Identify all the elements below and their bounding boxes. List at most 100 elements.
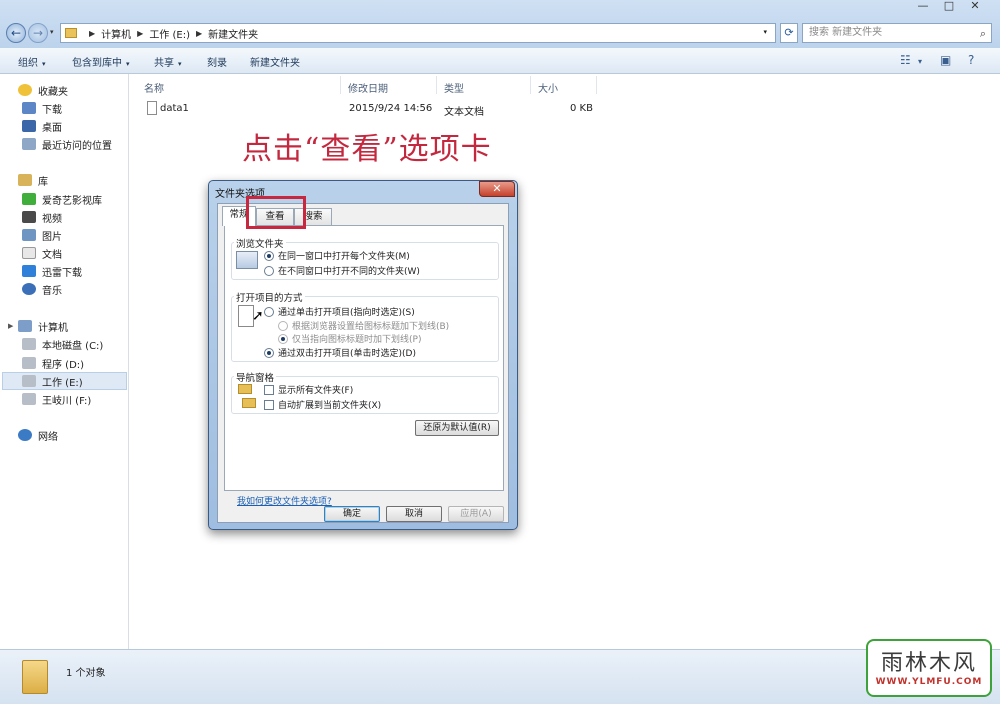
sidebar-label: 文档	[42, 249, 62, 261]
sidebar-item-drive-e[interactable]: 工作 (E:)	[22, 373, 83, 389]
underline-point-option[interactable]: 仅当指向图标标题时加下划线(P)	[278, 332, 421, 345]
address-dropdown-icon[interactable]: ▾	[763, 28, 767, 36]
watermark-url: WWW.YLMFU.COM	[875, 677, 983, 687]
sidebar-item-computer[interactable]: 计算机	[18, 318, 68, 334]
column-header-size[interactable]: 大小	[538, 80, 558, 95]
browse-same-window-option[interactable]: 在同一窗口中打开每个文件夹(M)	[264, 249, 410, 262]
chevron-down-icon: ▾	[178, 60, 182, 68]
recent-pages-dropdown[interactable]: ▾	[50, 28, 54, 36]
drive-icon	[22, 338, 36, 350]
breadcrumb-arrow-icon[interactable]: ▶	[89, 29, 95, 38]
pictures-icon	[22, 229, 36, 241]
folder-options-dialog: 文件夹选项 ✕ 常规 查看 搜索 浏览文件夹 在同一窗口中打开每个文件夹(M) …	[208, 180, 518, 530]
sidebar-item-favorites[interactable]: 收藏夹	[18, 82, 68, 98]
search-input[interactable]: 搜索 新建文件夹 ⌕	[802, 23, 992, 43]
sidebar-item-downloads[interactable]: 下载	[22, 100, 62, 116]
sidebar-item-music[interactable]: 音乐	[22, 281, 62, 297]
auto-expand-option[interactable]: 自动扩展到当前文件夹(X)	[264, 398, 381, 411]
share-menu[interactable]: 共享 ▾	[154, 54, 182, 69]
breadcrumb-arrow-icon[interactable]: ▶	[137, 29, 143, 38]
radio-button[interactable]	[264, 250, 274, 261]
sidebar-label: 最近访问的位置	[42, 140, 112, 152]
double-click-option[interactable]: 通过双击打开项目(单击时选定)(D)	[264, 346, 416, 359]
group-title: 浏览文件夹	[234, 236, 286, 250]
sidebar-item-drive-f[interactable]: 王岐川 (F:)	[22, 391, 91, 407]
radio-button[interactable]	[278, 320, 288, 331]
column-header-modified[interactable]: 修改日期	[348, 80, 388, 95]
column-header-type[interactable]: 类型	[444, 80, 464, 95]
sidebar-item-iqiyi[interactable]: 爱奇艺影视库	[22, 191, 102, 207]
sidebar-label: 本地磁盘 (C:)	[42, 340, 104, 352]
navigation-pane: 收藏夹 下载 桌面 最近访问的位置 库 爱奇艺影视库 视频 图片 文档 迅雷下载…	[0, 74, 129, 649]
sidebar-item-videos[interactable]: 视频	[22, 209, 62, 225]
radio-button[interactable]	[264, 347, 274, 358]
command-bar: 组织 ▾ 包含到库中 ▾ 共享 ▾ 刻录 新建文件夹 ☷ ▾ ▣ ?	[0, 48, 1000, 74]
radio-button[interactable]	[264, 306, 274, 317]
checkbox[interactable]	[264, 384, 274, 395]
option-label: 根据浏览器设置给图标标题加下划线(B)	[292, 322, 450, 332]
drive-icon	[22, 375, 36, 387]
radio-button[interactable]	[264, 265, 274, 276]
option-label: 自动扩展到当前文件夹(X)	[278, 401, 382, 411]
column-divider[interactable]	[436, 76, 437, 94]
burn-button[interactable]: 刻录	[207, 54, 227, 69]
browse-window-icon	[236, 251, 258, 269]
sidebar-item-drive-d[interactable]: 程序 (D:)	[22, 355, 84, 371]
new-folder-button[interactable]: 新建文件夹	[250, 54, 300, 69]
sidebar-item-documents[interactable]: 文档	[22, 245, 62, 261]
help-link[interactable]: 我如何更改文件夹选项?	[237, 494, 332, 507]
restore-defaults-button[interactable]: 还原为默认值(R)	[415, 420, 499, 436]
drive-icon	[22, 357, 36, 369]
desktop-icon	[22, 120, 36, 132]
sidebar-item-network[interactable]: 网络	[18, 427, 58, 443]
radio-button[interactable]	[278, 333, 288, 344]
underline-browser-option[interactable]: 根据浏览器设置给图标标题加下划线(B)	[278, 319, 449, 332]
tab-highlight-box	[246, 196, 306, 229]
cancel-button[interactable]: 取消	[386, 506, 442, 522]
search-icon[interactable]: ⌕	[980, 25, 986, 43]
include-library-menu[interactable]: 包含到库中 ▾	[72, 54, 130, 69]
iqiyi-library-icon	[22, 193, 36, 205]
show-all-folders-option[interactable]: 显示所有文件夹(F)	[264, 383, 353, 396]
sidebar-item-drive-c[interactable]: 本地磁盘 (C:)	[22, 336, 103, 352]
single-click-option[interactable]: 通过单击打开项目(指向时选定)(S)	[264, 305, 415, 318]
sidebar-item-libraries[interactable]: 库	[18, 172, 48, 188]
organize-menu[interactable]: 组织 ▾	[18, 54, 46, 69]
breadcrumb-new-folder[interactable]: 新建文件夹	[208, 26, 258, 41]
sidebar-item-xunlei[interactable]: 迅雷下载	[22, 263, 82, 279]
help-icon[interactable]: ?	[968, 53, 974, 67]
column-divider[interactable]	[530, 76, 531, 94]
refresh-icon[interactable]: ⟳	[780, 23, 798, 43]
maximize-button[interactable]: □	[936, 0, 962, 14]
sidebar-item-recent[interactable]: 最近访问的位置	[22, 136, 112, 152]
close-button[interactable]: ✕	[962, 0, 988, 14]
view-dropdown-icon[interactable]: ▾	[918, 57, 922, 66]
drive-icon	[22, 393, 36, 405]
column-header-name[interactable]: 名称	[144, 80, 164, 95]
sidebar-item-pictures[interactable]: 图片	[22, 227, 62, 243]
breadcrumb-drive-e[interactable]: 工作 (E:)	[149, 26, 190, 41]
column-divider[interactable]	[340, 76, 341, 94]
folder-icon	[65, 28, 77, 38]
dialog-close-button[interactable]: ✕	[479, 181, 515, 197]
back-icon[interactable]: ←	[6, 23, 26, 43]
sidebar-item-desktop[interactable]: 桌面	[22, 118, 62, 134]
title-bar: — □ ✕ ← → ▾ ▶ 计算机 ▶ 工作 (E:) ▶ 新建文件夹 ▾ ⟳ …	[0, 0, 1000, 48]
breadcrumb-arrow-icon[interactable]: ▶	[196, 29, 202, 38]
breadcrumb-computer[interactable]: 计算机	[101, 26, 131, 41]
minimize-button[interactable]: —	[910, 0, 936, 14]
forward-icon[interactable]: →	[28, 23, 48, 43]
star-icon	[18, 84, 32, 96]
browse-new-window-option[interactable]: 在不同窗口中打开不同的文件夹(W)	[264, 264, 420, 277]
checkbox[interactable]	[264, 399, 274, 410]
view-options-icon[interactable]: ☷	[900, 53, 911, 67]
preview-pane-icon[interactable]: ▣	[940, 53, 951, 67]
sidebar-label: 库	[38, 176, 48, 188]
address-bar[interactable]: ▶ 计算机 ▶ 工作 (E:) ▶ 新建文件夹 ▾	[60, 23, 776, 43]
music-icon	[22, 283, 36, 295]
ok-button[interactable]: 确定	[324, 506, 380, 522]
file-row[interactable]: data1 2015/9/24 14:56 文本文档 0 KB	[140, 100, 600, 118]
expand-arrow-icon[interactable]: ▶	[8, 322, 13, 330]
column-divider[interactable]	[596, 76, 597, 94]
apply-button[interactable]: 应用(A)	[448, 506, 504, 522]
